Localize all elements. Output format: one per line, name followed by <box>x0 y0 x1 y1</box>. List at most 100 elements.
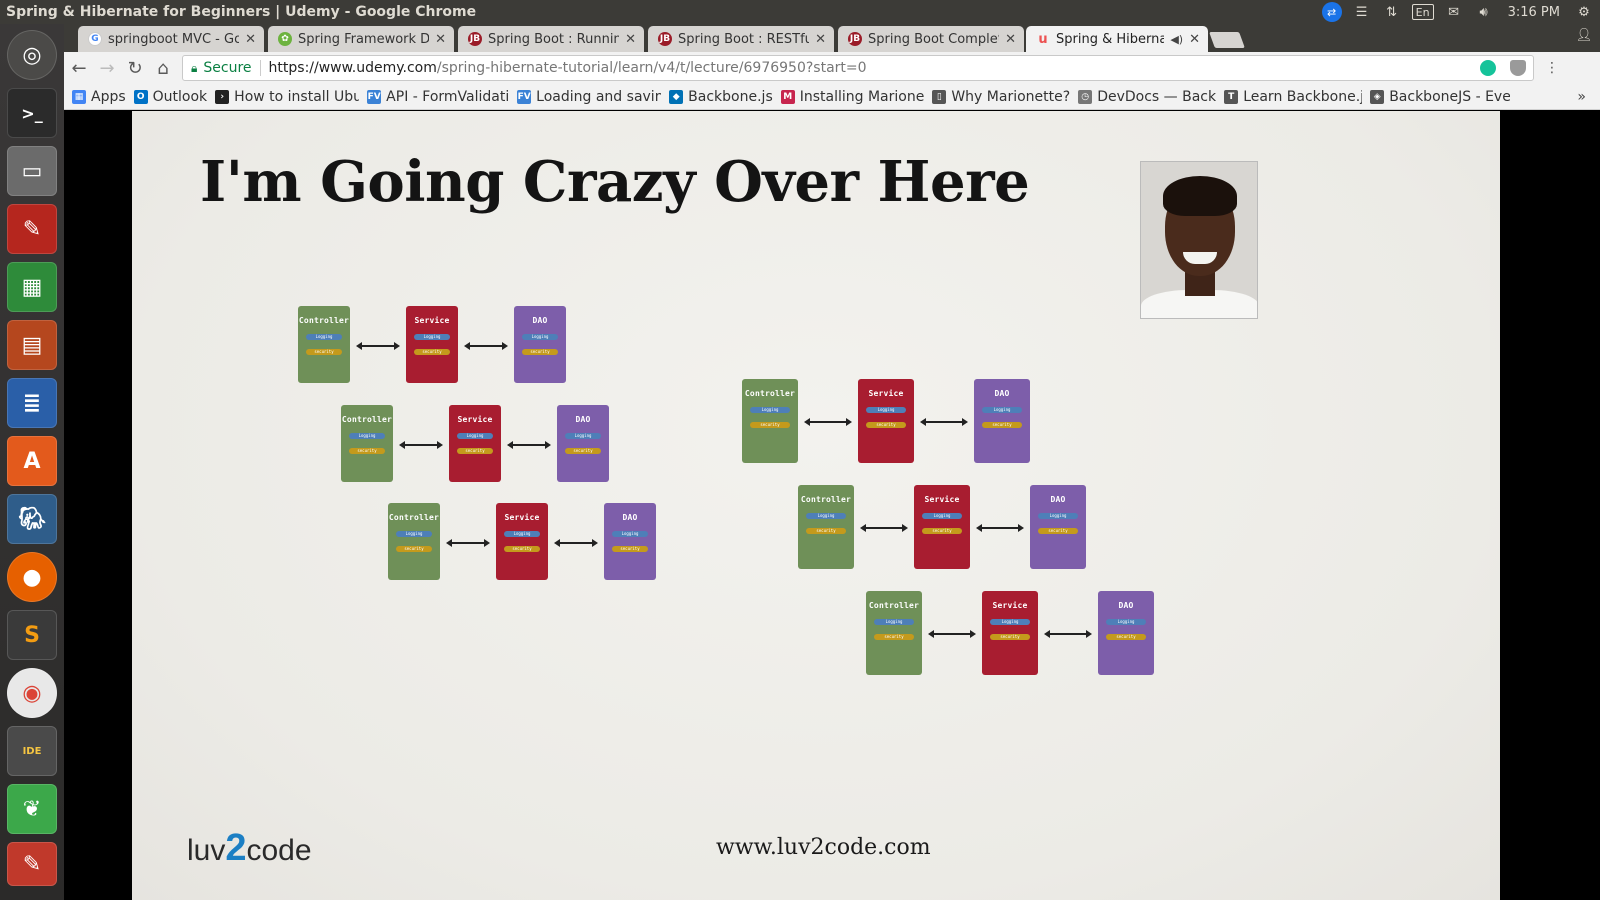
close-icon[interactable]: ✕ <box>815 32 826 47</box>
address-bar[interactable]: 🔒︎ Secure https://www.udemy.com/spring-h… <box>182 55 1534 81</box>
bookmark-backbone[interactable]: ◆ Backbone.js <box>669 89 773 105</box>
tab-spring-hibernate[interactable]: u Spring & Hibernate ◀) ✕ <box>1026 26 1208 52</box>
security-pill: security <box>866 422 906 428</box>
page-viewport: I'm Going Crazy Over Here Controller Logg… <box>64 111 1600 900</box>
forward-arrow-icon[interactable]: → <box>94 55 120 81</box>
bookmark-label: Apps <box>91 88 126 105</box>
dao-label: DAO <box>1050 495 1066 504</box>
dash-home-icon[interactable]: ◎ <box>7 30 57 80</box>
tab-spring-boot-restful[interactable]: JB Spring Boot : RESTful ✕ <box>648 26 834 52</box>
teamviewer-icon[interactable]: ⇄ <box>1321 2 1342 22</box>
logging-pill: Logging <box>521 334 559 340</box>
url-host: https://www.udemy.com <box>268 60 437 76</box>
bidirectional-arrow <box>554 538 598 547</box>
security-pill: security <box>305 349 343 355</box>
home-icon[interactable]: ⌂ <box>150 55 176 81</box>
tab-spring-framework[interactable]: ✿ Spring Framework Do ✕ <box>268 26 454 52</box>
sublime-text-icon[interactable]: S <box>7 610 57 660</box>
dao-box: DAO Logging security <box>604 503 656 580</box>
bookmark-loading-saving[interactable]: FV Loading and saving <box>517 89 661 105</box>
bookmark-label: Backbone.js <box>688 88 773 105</box>
spreadsheet-icon[interactable]: ▦ <box>7 262 57 312</box>
tab-label: Spring Boot : RESTful <box>678 31 810 47</box>
terminal-icon[interactable]: >_ <box>7 88 57 138</box>
settings-gear-icon[interactable]: ⚙ <box>1574 3 1594 21</box>
controller-box: Controller Logging security <box>798 485 854 569</box>
new-tab-button[interactable] <box>1209 32 1245 48</box>
bookmark-formvalidation-api[interactable]: FV API - FormValidati <box>367 89 509 105</box>
security-pill: security <box>922 528 962 534</box>
dao-label: DAO <box>575 415 591 424</box>
presentation-icon[interactable]: ▤ <box>7 320 57 370</box>
bookmark-devdocs[interactable]: ◷ DevDocs — Backb <box>1078 89 1216 105</box>
eclipse-javaee-icon[interactable]: IDE <box>7 726 57 776</box>
security-pill: security <box>990 634 1030 640</box>
file-manager-icon[interactable]: ▭ <box>7 146 57 196</box>
grammarly-icon[interactable] <box>1480 60 1496 76</box>
devdocs-icon: ◷ <box>1078 89 1093 104</box>
service-box: Service Logging security <box>982 591 1038 675</box>
logging-pill: Logging <box>806 513 846 519</box>
system-tools-icon[interactable]: ✎ <box>7 204 57 254</box>
security-pill: security <box>1038 528 1078 534</box>
bookmark-backbonejs-events[interactable]: ◈ BackboneJS - Even <box>1370 89 1510 105</box>
lecture-slide: I'm Going Crazy Over Here Controller Logg… <box>132 111 1500 900</box>
bidirectional-arrow <box>464 341 508 350</box>
slide-title: I'm Going Crazy Over Here <box>200 149 1030 215</box>
security-pill: security <box>413 349 451 355</box>
service-label: Service <box>457 415 493 424</box>
close-icon[interactable]: ✕ <box>245 32 256 47</box>
close-icon[interactable]: ✕ <box>435 32 446 47</box>
bookmark-apps[interactable]: ▦ Apps <box>72 89 126 105</box>
tab-spring-boot-running[interactable]: JB Spring Boot : Runnin ✕ <box>458 26 644 52</box>
menu-kebab-icon[interactable]: ⋮ <box>1544 60 1560 76</box>
back-arrow-icon[interactable]: ← <box>66 55 92 81</box>
dao-box: DAO Logging security <box>514 306 566 383</box>
text-document-icon[interactable]: ≣ <box>7 378 57 428</box>
book-icon: ▯ <box>932 89 947 104</box>
profile-icon[interactable]: 👤︎ <box>1574 28 1594 46</box>
bookmark-install-ubuntu[interactable]: › How to install Ubu <box>215 89 359 105</box>
firefox-icon[interactable]: ● <box>7 552 57 602</box>
clock[interactable]: 3:16 PM <box>1504 5 1564 20</box>
service-box: Service Logging security <box>406 306 458 383</box>
security-pill: security <box>806 528 846 534</box>
tab-spring-boot-complete[interactable]: JB Spring Boot Complet ✕ <box>838 26 1024 52</box>
reload-icon[interactable]: ↻ <box>122 55 148 81</box>
bookmark-why-marionette[interactable]: ▯ Why Marionette? <box>932 89 1070 105</box>
keyboard-layout-indicator[interactable]: En <box>1411 4 1434 20</box>
chrome-icon[interactable]: ◉ <box>7 668 57 718</box>
window-title: Spring & Hibernate for Beginners | Udemy… <box>6 4 477 20</box>
close-icon[interactable]: ✕ <box>1189 32 1200 47</box>
mail-icon[interactable]: ✉ <box>1444 3 1464 21</box>
close-icon[interactable]: ✕ <box>625 32 636 47</box>
controller-label: Controller <box>800 495 852 504</box>
bidirectional-arrow <box>976 524 1024 532</box>
notes-icon[interactable]: ☰ <box>1352 3 1372 21</box>
bookmark-installing-marionette[interactable]: M Installing Marione <box>780 89 924 105</box>
bookmark-learn-backbone[interactable]: T Learn Backbone.js <box>1224 89 1362 105</box>
bookmark-outlook[interactable]: O Outlook <box>133 89 207 105</box>
text-editor-icon[interactable]: ✎ <box>7 842 57 886</box>
security-pill: security <box>982 422 1022 428</box>
postgresql-icon[interactable]: 🐘︎ <box>7 494 57 544</box>
spring-tool-suite-icon[interactable]: ❦ <box>7 784 57 834</box>
bookmarks-overflow-icon[interactable]: » <box>1577 89 1586 105</box>
volume-icon[interactable]: 🔊︎ <box>1474 3 1494 21</box>
logging-pill: Logging <box>348 433 386 439</box>
tab-springboot-mvc[interactable]: G springboot MVC - Go ✕ <box>78 26 264 52</box>
audio-playing-icon[interactable]: ◀) <box>1170 33 1183 46</box>
bidirectional-arrow <box>804 418 852 426</box>
chrome-window: G springboot MVC - Go ✕ ✿ Spring Framewo… <box>64 24 1600 900</box>
software-center-icon[interactable]: A <box>7 436 57 486</box>
shield-icon[interactable] <box>1510 60 1526 76</box>
url-text[interactable]: https://www.udemy.com/spring-hibernate-t… <box>269 60 867 76</box>
text-icon: T <box>1224 89 1239 104</box>
network-icon[interactable]: ⇅ <box>1382 3 1402 21</box>
outlook-icon: O <box>133 89 148 104</box>
controller-box: Controller Logging security <box>742 379 798 463</box>
bidirectional-arrow <box>446 538 490 547</box>
tab-label: Spring & Hibernate <box>1056 31 1165 47</box>
marionette-icon: M <box>780 89 795 104</box>
close-icon[interactable]: ✕ <box>1005 32 1016 47</box>
